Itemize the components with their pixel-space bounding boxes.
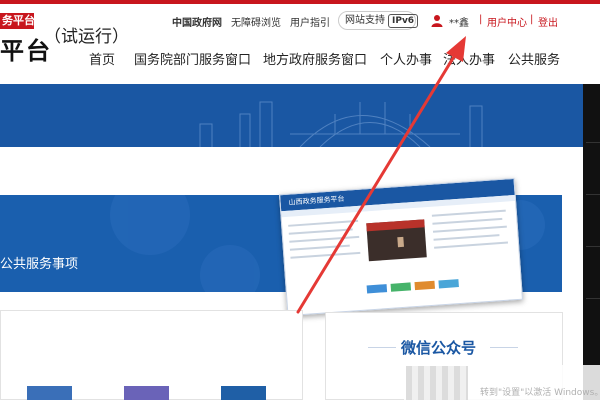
support-label: 网站支持: [345, 15, 385, 26]
preview-line: [431, 209, 506, 217]
toolbar-tab[interactable]: [586, 142, 600, 194]
user-icon: [431, 15, 443, 27]
nav-personal[interactable]: 个人办事: [380, 49, 432, 68]
accessible-browse-link[interactable]: 无障碍浏览: [231, 14, 281, 29]
pixelated-area: [406, 366, 468, 400]
user-name[interactable]: **鑫: [449, 14, 469, 29]
preview-line: [288, 219, 359, 227]
preview-line: [288, 228, 353, 235]
preview-button: [390, 282, 412, 292]
public-service-label[interactable]: 公共服务事项: [0, 253, 78, 272]
user-center-link[interactable]: 用户中心: [487, 14, 527, 29]
service-icon-tile[interactable]: [221, 386, 266, 400]
nav-local-gov[interactable]: 地方政府服务窗口: [263, 49, 367, 68]
preview-line: [434, 241, 509, 249]
preview-button: [414, 280, 435, 291]
toolbar-tab[interactable]: [586, 298, 600, 350]
logo-badge: 务平台: [0, 13, 34, 29]
nav-state-council-depts[interactable]: 国务院部门服务窗口: [134, 49, 251, 68]
hero-banner: [0, 84, 583, 147]
separator: |: [530, 14, 534, 25]
preview-line: [432, 217, 503, 225]
logout-link[interactable]: 登出: [538, 14, 558, 29]
toolbar-tab[interactable]: [586, 194, 600, 246]
website-preview-image: 山西政务服务平台: [279, 177, 523, 317]
separator: |: [479, 14, 483, 25]
preview-photo: [366, 219, 427, 262]
preview-button: [438, 279, 459, 289]
service-icon-tile[interactable]: [124, 386, 169, 400]
activation-watermark: 转到"设置"以激活 Windows。: [480, 388, 600, 398]
website-support-ipv6[interactable]: 网站支持 IPv6: [338, 11, 419, 30]
preview-line: [289, 235, 360, 243]
nav-home[interactable]: 首页: [89, 49, 115, 68]
toolbar-tab[interactable]: [586, 246, 600, 298]
user-guide-link[interactable]: 用户指引: [290, 14, 330, 29]
nav-legal-person[interactable]: 法人办事: [443, 49, 495, 68]
logo-subtitle: （试运行）: [44, 27, 129, 47]
wechat-title: 微信公众号: [401, 339, 477, 357]
preview-line: [433, 234, 500, 241]
preview-line: [432, 225, 507, 233]
service-icon-tile[interactable]: [27, 386, 72, 400]
preview-line: [290, 251, 361, 259]
preview-button: [366, 284, 388, 294]
bridge-illustration: [199, 101, 483, 147]
nav-public-service[interactable]: 公共服务: [508, 49, 560, 68]
ipv6-badge-icon: IPv6: [388, 14, 419, 28]
title-decoration: [490, 347, 518, 348]
preview-line: [289, 244, 350, 251]
gov-site-link[interactable]: 中国政府网: [172, 14, 222, 29]
right-floating-toolbar[interactable]: [583, 84, 600, 400]
top-red-rule: [0, 0, 600, 4]
title-decoration: [368, 347, 396, 348]
